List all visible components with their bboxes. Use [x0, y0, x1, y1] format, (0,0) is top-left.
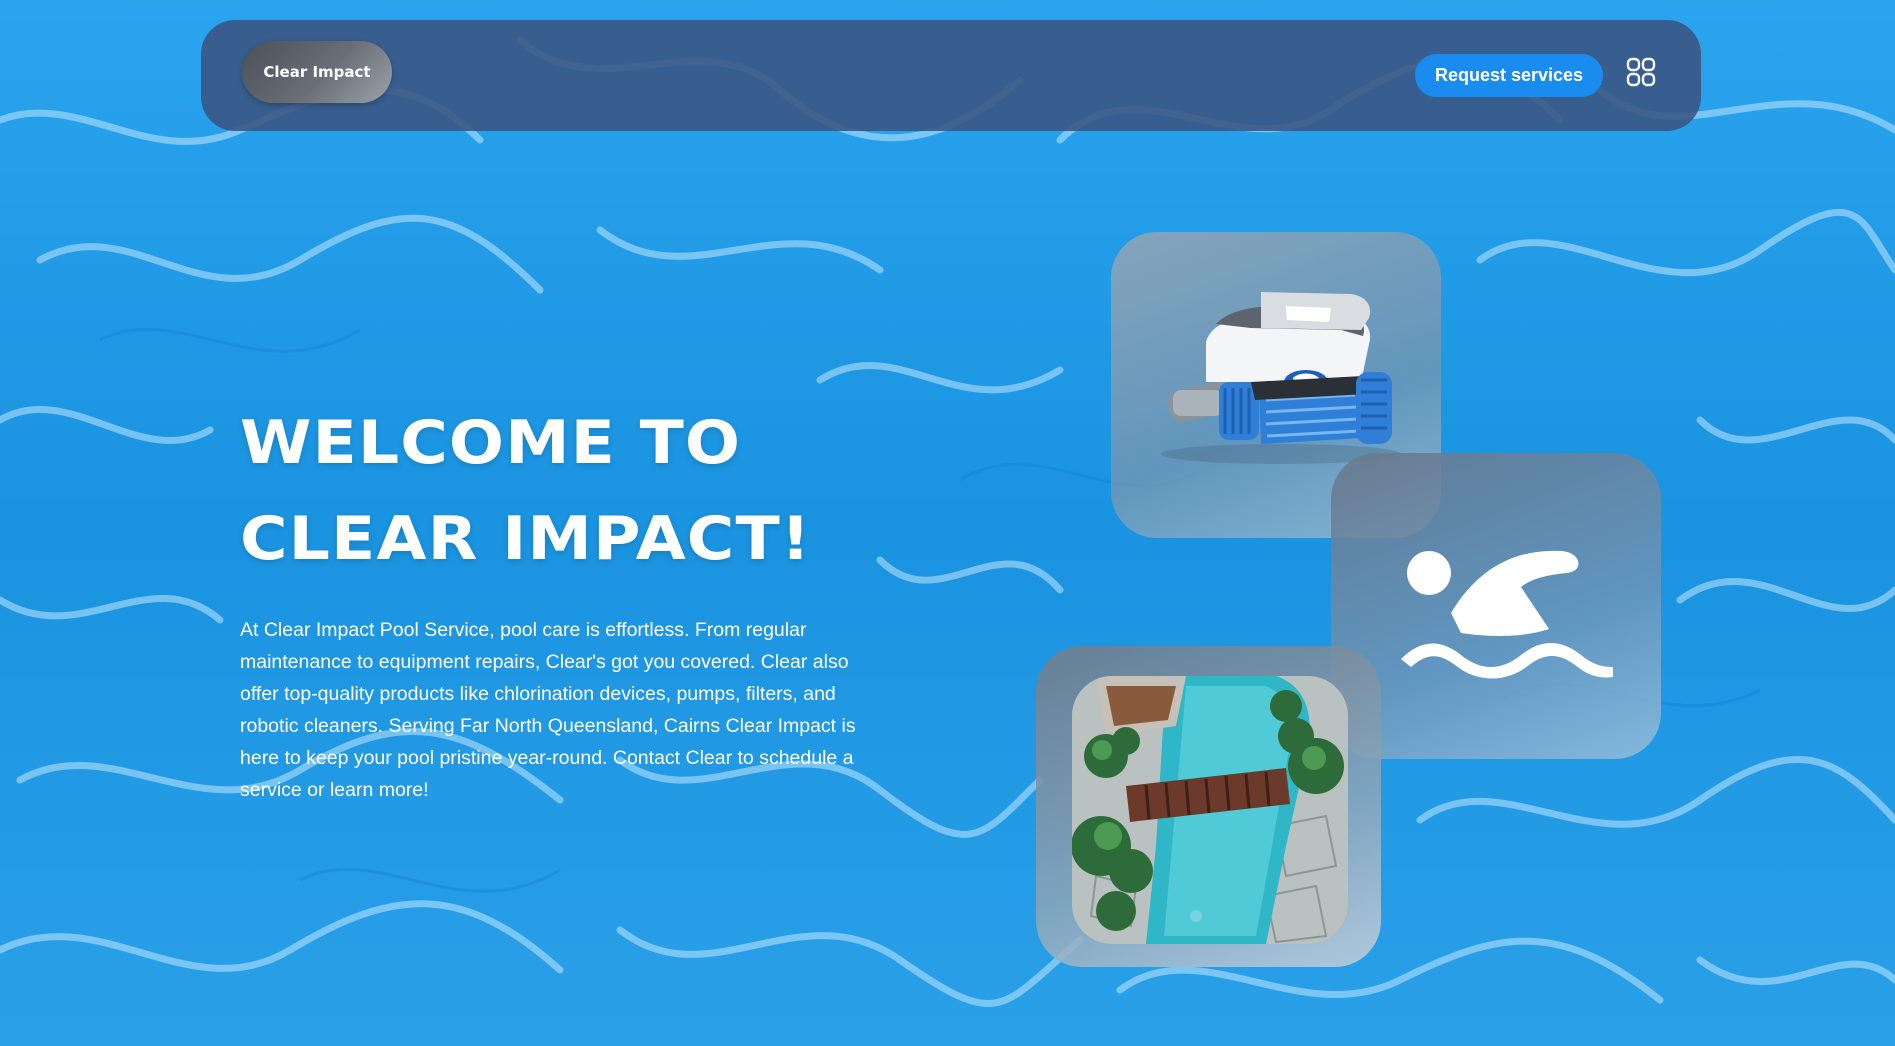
hero-title-line-2: CLEAR IMPACT! — [240, 504, 812, 574]
hero-description: At Clear Impact Pool Service, pool care … — [240, 619, 856, 801]
grid-icon[interactable] — [1626, 57, 1656, 87]
hero-title-line-1: WELCOME TO — [240, 408, 742, 478]
brand-button[interactable]: Clear Impact — [242, 41, 392, 103]
top-navbar: Clear Impact Request services — [201, 20, 1701, 131]
pool-aerial-photo — [1072, 676, 1348, 944]
hero-title: WELCOME TO CLEAR IMPACT! — [240, 395, 811, 587]
pool-photo-card — [1036, 646, 1381, 967]
request-services-button[interactable]: Request services — [1415, 54, 1603, 97]
